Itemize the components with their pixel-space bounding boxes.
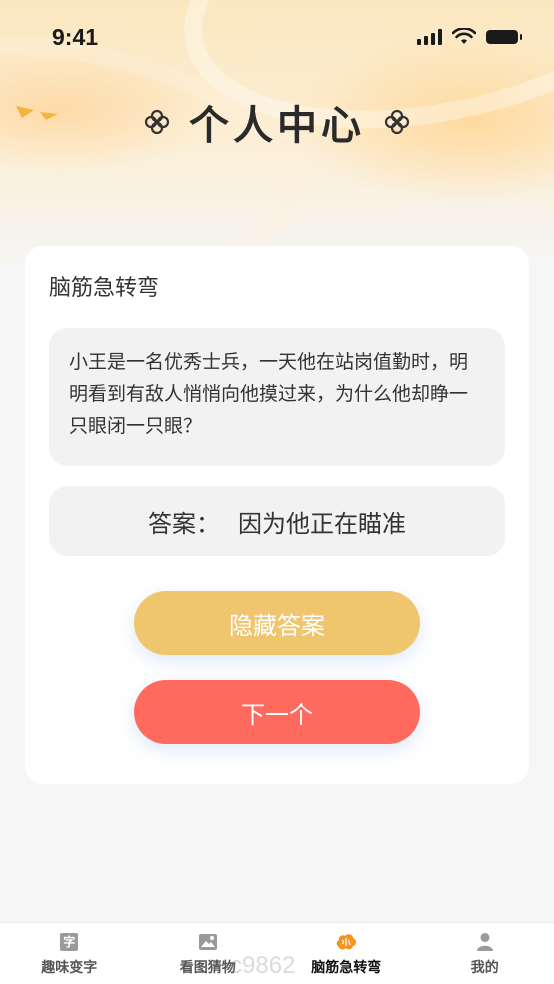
card-title: 脑筋急转弯 — [49, 276, 160, 301]
clover-right-icon — [384, 109, 410, 135]
answer-box: 答案： 因为他正在瞄准 — [49, 486, 505, 556]
char-icon: 字 — [58, 931, 80, 953]
clover-left-icon — [144, 109, 170, 135]
tab-mine[interactable]: 我的 — [416, 923, 554, 984]
watermark: c9862 — [230, 952, 296, 979]
hide-answer-button[interactable]: 隐藏答案 — [134, 591, 420, 655]
page-title-bar: 个人中心 — [0, 94, 554, 150]
wifi-icon — [452, 28, 476, 44]
riddle-card: 脑筋急转弯 小王是一名优秀士兵，一天他在站岗值勤时，明明看到有敌人悄悄向他摸过来… — [25, 246, 529, 784]
question-text: 小王是一名优秀士兵，一天他在站岗值勤时，明明看到有敌人悄悄向他摸过来，为什么他却… — [69, 351, 469, 437]
battery-icon — [486, 30, 522, 44]
tab-label: 脑筋急转弯 — [311, 960, 382, 976]
user-icon — [474, 931, 496, 953]
tab-word-change[interactable]: 字 趣味变字 — [0, 923, 139, 984]
question-box: 小王是一名优秀士兵，一天他在站岗值勤时，明明看到有敌人悄悄向他摸过来，为什么他却… — [49, 328, 505, 466]
brain-icon — [335, 931, 357, 953]
answer-label: 答案： — [148, 509, 220, 538]
page-title: 个人中心 — [189, 103, 365, 149]
next-button[interactable]: 下一个 — [134, 680, 420, 744]
tab-label: 我的 — [470, 960, 499, 976]
tab-label: 趣味变字 — [41, 960, 98, 976]
cellular-signal-icon — [417, 29, 442, 45]
tab-label: 看图猜物 — [179, 960, 236, 976]
tab-brain-teaser[interactable]: 脑筋急转弯 — [277, 923, 416, 984]
status-bar: 9:41 — [0, 0, 554, 74]
picture-icon — [197, 931, 219, 953]
answer-text: 因为他正在瞄准 — [238, 509, 406, 538]
status-time: 9:41 — [52, 24, 99, 50]
